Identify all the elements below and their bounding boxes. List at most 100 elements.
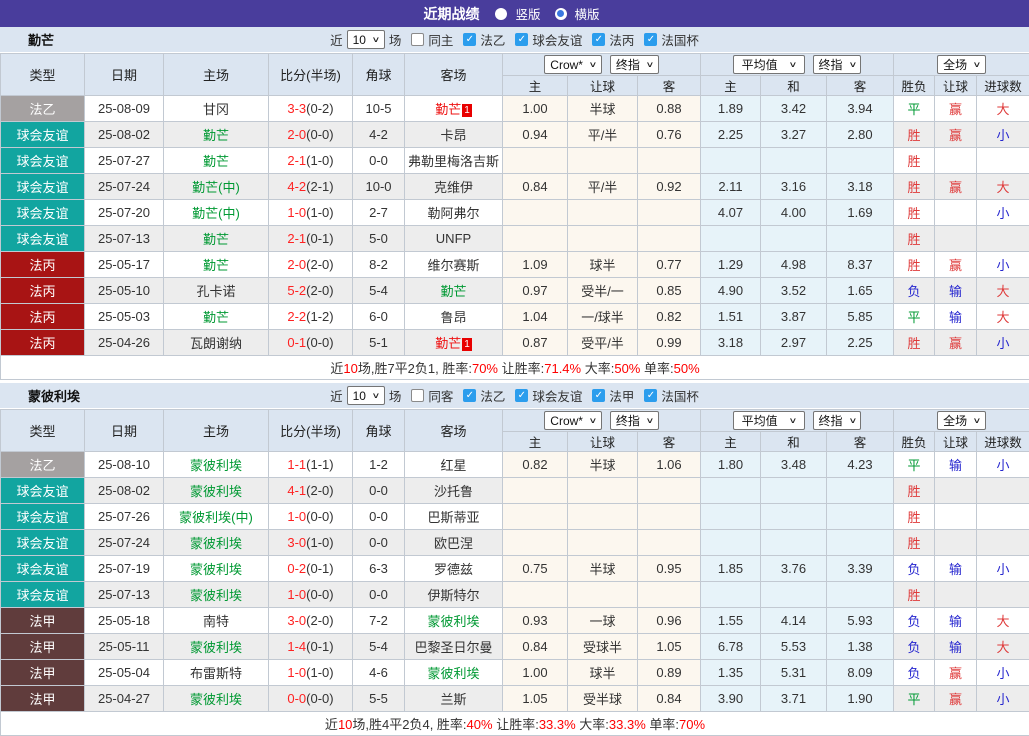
result-goals: 小 [977, 200, 1029, 226]
halftime-score: (0-1) [306, 639, 333, 654]
result-winlose: 平 [894, 452, 935, 478]
match-row: 球会友谊25-07-13蒙彼利埃1-0(0-0)0-0伊斯特尔胜 [1, 582, 1029, 608]
avg-home-odds: 3.18 [701, 330, 761, 356]
match-row: 球会友谊25-07-19蒙彼利埃0-2(0-1)6-3罗德兹0.75半球0.95… [1, 556, 1029, 582]
odds-stage-select[interactable]: 终指 ∨ [610, 411, 659, 430]
scope-select[interactable]: 全场 ∨ [937, 55, 986, 74]
result-goals [977, 226, 1029, 252]
odds-source-select[interactable]: Crow* ∨ [544, 411, 602, 430]
sub-header-crow-handicap: 让球 [568, 76, 638, 96]
avg-home-odds [701, 148, 761, 174]
league-label-cup[interactable]: 法国杯 [661, 386, 699, 405]
chevron-down-icon: ∨ [589, 60, 598, 69]
crow-away-odds [638, 582, 701, 608]
summary-segment: 50% [674, 361, 700, 376]
fulltime-score: 1-0 [287, 665, 306, 680]
league-checkbox-national[interactable]: ✓ [592, 33, 605, 46]
scope-value: 全场 [943, 56, 967, 73]
result-winlose: 负 [894, 278, 935, 304]
home-team-cell: 蒙彼利埃 [164, 452, 269, 478]
horizontal-layout-radio[interactable] [555, 8, 567, 20]
avg-draw-odds: 3.87 [761, 304, 827, 330]
match-row: 法乙25-08-09甘冈3-3(0-2)10-5勤芒11.00半球0.881.8… [1, 96, 1029, 122]
same-venue-checkbox[interactable] [411, 389, 424, 402]
match-date: 25-07-13 [85, 582, 164, 608]
avg-stage-select[interactable]: 终指 ∨ [813, 411, 862, 430]
avg-stage-select[interactable]: 终指 ∨ [813, 55, 862, 74]
league-checkbox-ligue1[interactable]: ✓ [592, 389, 605, 402]
odds-source-select[interactable]: Crow* ∨ [544, 55, 602, 74]
league-checkbox-friendly[interactable]: ✓ [515, 33, 528, 46]
league-checkbox-cup[interactable]: ✓ [644, 33, 657, 46]
avg-draw-odds: 3.71 [761, 686, 827, 712]
match-date: 25-05-11 [85, 634, 164, 660]
avg-home-odds [701, 504, 761, 530]
crow-home-odds: 1.00 [503, 660, 568, 686]
vertical-layout-label[interactable]: 竖版 [515, 4, 540, 23]
avg-draw-odds: 3.48 [761, 452, 827, 478]
avg-draw-odds [761, 504, 827, 530]
league-checkbox-cup[interactable]: ✓ [644, 389, 657, 402]
avg-source-select[interactable]: 平均值 ∨ [733, 411, 805, 430]
home-team-cell: 蒙彼利埃 [164, 686, 269, 712]
same-venue-label[interactable]: 同主 [428, 30, 453, 49]
chevron-down-icon: ∨ [848, 60, 857, 69]
league-label-ligue2[interactable]: 法乙 [480, 30, 505, 49]
avg-draw-odds: 3.52 [761, 278, 827, 304]
away-team-name: 兰斯 [440, 692, 466, 707]
fulltime-score: 2-1 [287, 231, 306, 246]
odds-stage-select[interactable]: 终指 ∨ [610, 55, 659, 74]
match-row: 法乙25-08-10蒙彼利埃1-1(1-1)1-2红星0.82半球1.061.8… [1, 452, 1029, 478]
score-cell: 0-2(0-1) [269, 556, 353, 582]
summary-segment: 71.4% [544, 361, 581, 376]
avg-source-select[interactable]: 平均值 ∨ [733, 55, 805, 74]
home-team-cell: 勤芒(中) [164, 174, 269, 200]
crow-home-odds: 0.94 [503, 122, 568, 148]
avg-away-odds: 1.90 [827, 686, 894, 712]
halftime-score: (1-0) [306, 153, 333, 168]
result-goals: 小 [977, 660, 1029, 686]
team-filter-bar: 蒙彼利埃 近 10 ∨ 场 同客 ✓ 法乙 ✓ 球会友谊 ✓ 法甲 ✓ 法国杯 [0, 383, 1029, 409]
horizontal-layout-label[interactable]: 横版 [575, 4, 600, 23]
league-label-ligue1[interactable]: 法甲 [609, 386, 634, 405]
same-venue-checkbox[interactable] [411, 33, 424, 46]
away-team-cell: 蒙彼利埃 [405, 608, 503, 634]
scope-select[interactable]: 全场 ∨ [937, 411, 986, 430]
team-name: 勤芒 [28, 30, 54, 49]
league-label-national[interactable]: 法丙 [609, 30, 634, 49]
halftime-score: (0-0) [306, 691, 333, 706]
league-badge: 法乙 [1, 96, 85, 122]
crow-away-odds [638, 504, 701, 530]
corner-count: 5-0 [353, 226, 405, 252]
match-count-select[interactable]: 10 ∨ [347, 386, 385, 405]
league-label-friendly[interactable]: 球会友谊 [532, 386, 582, 405]
league-label-ligue2[interactable]: 法乙 [480, 386, 505, 405]
match-row: 球会友谊25-07-27勤芒2-1(1-0)0-0弗勒里梅洛吉斯胜 [1, 148, 1029, 174]
match-count-select[interactable]: 10 ∨ [347, 30, 385, 49]
home-team-name: 勤芒(中) [192, 180, 240, 195]
chevron-down-icon: ∨ [589, 416, 598, 425]
sub-header-winlose: 胜负 [894, 432, 935, 452]
league-label-cup[interactable]: 法国杯 [661, 30, 699, 49]
col-header-date: 日期 [85, 410, 164, 452]
crow-away-odds [638, 200, 701, 226]
crow-away-odds: 0.92 [638, 174, 701, 200]
league-label-friendly[interactable]: 球会友谊 [532, 30, 582, 49]
same-venue-label[interactable]: 同客 [428, 386, 453, 405]
league-checkbox-ligue2[interactable]: ✓ [463, 389, 476, 402]
crow-handicap: 球半 [568, 252, 638, 278]
vertical-layout-radio[interactable] [495, 8, 507, 20]
avg-home-odds [701, 226, 761, 252]
away-team-cell: 勒阿弗尔 [405, 200, 503, 226]
chevron-down-icon: ∨ [371, 35, 380, 44]
fulltime-score: 2-2 [287, 309, 306, 324]
avg-home-odds: 3.90 [701, 686, 761, 712]
sub-header-avg-home: 主 [701, 76, 761, 96]
league-badge: 球会友谊 [1, 174, 85, 200]
league-checkbox-ligue2[interactable]: ✓ [463, 33, 476, 46]
halftime-score: (1-2) [306, 309, 333, 324]
league-checkbox-friendly[interactable]: ✓ [515, 389, 528, 402]
halftime-score: (2-0) [306, 613, 333, 628]
summary-segment: 10 [343, 361, 357, 376]
fulltime-score: 1-1 [287, 457, 306, 472]
